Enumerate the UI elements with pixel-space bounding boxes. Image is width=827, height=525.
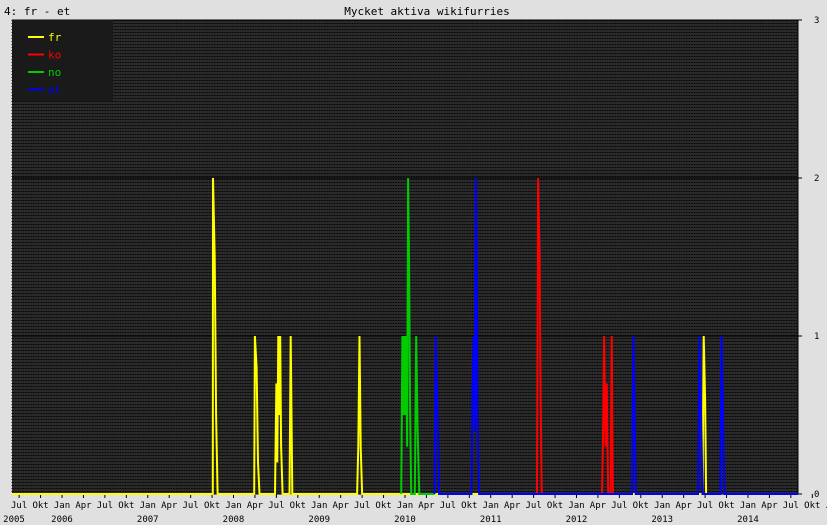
x-year-label: 2014 (737, 515, 759, 525)
x-tick-label: Okt (118, 501, 134, 511)
legend: fr ko no et (12, 20, 113, 101)
x-tick-label: Okt (461, 501, 477, 511)
x-tick-label: Apr (75, 501, 92, 511)
x-year-label: 2013 (651, 515, 673, 525)
x-tick-label: Apr (247, 501, 264, 511)
activity-chart: 4: fr - et Mycket aktiva wikifurries 0 1 2… (0, 0, 827, 525)
x-tick-label: Okt (290, 501, 306, 511)
x-tick-label: Okt (547, 501, 563, 511)
plot-area (11, 19, 798, 494)
x-tick-label: Apr (504, 501, 521, 511)
x-year-label: 2010 (394, 515, 416, 525)
x-tick-label: Apr (761, 501, 778, 511)
x-tick-label: Jan (568, 501, 584, 511)
x-year-label: 2007 (137, 515, 159, 525)
x-tick-label: Apr (590, 501, 607, 511)
chart-id-label: 4: fr - et (4, 5, 70, 18)
x-year-label: 2008 (223, 515, 245, 525)
x-tick-label: Okt (718, 501, 734, 511)
x-year-label: 2009 (308, 515, 330, 525)
x-tick-label: Apr (161, 501, 178, 511)
x-tick-label: Apr (418, 501, 435, 511)
x-tick-label: Jan (54, 501, 70, 511)
y-tick-label: 3 (814, 16, 819, 26)
x-tick-label: Okt (804, 501, 820, 511)
x-year-label: 2006 (51, 515, 73, 525)
legend-label-fr: fr (48, 31, 62, 44)
y-tick-label: 0 (814, 490, 819, 500)
x-tick-label: Apr (333, 501, 350, 511)
x-tick-label: Jul (354, 501, 370, 511)
x-year-label: 2012 (566, 515, 588, 525)
x-tick-label: Okt (204, 501, 220, 511)
x-year-label: 2011 (480, 515, 502, 525)
chart-window: 4: fr - et Mycket aktiva wikifurries 0 1 2… (0, 0, 827, 525)
x-tick-label: Apr (676, 501, 693, 511)
y-tick-label: 2 (814, 174, 819, 184)
y-tick-label: 1 (814, 332, 819, 342)
legend-label-ko: ko (48, 49, 61, 62)
x-tick-label: Okt (633, 501, 649, 511)
legend-label-no: no (48, 66, 61, 79)
x-tick-label: Jan (397, 501, 413, 511)
x-tick-label: Jul (525, 501, 541, 511)
x-tick-label: Jul (611, 501, 627, 511)
x-tick-label: Jul (97, 501, 113, 511)
x-tick-label: Okt (375, 501, 391, 511)
x-tick-label: Jan (654, 501, 670, 511)
x-tick-label: Jan (311, 501, 327, 511)
x-tick-label: Jan (140, 501, 156, 511)
x-tick-label: Jan (740, 501, 756, 511)
x-tick-label: Jul (11, 501, 27, 511)
x-tick-label: Jul (183, 501, 199, 511)
chart-title: Mycket aktiva wikifurries (344, 5, 510, 18)
legend-box (12, 20, 113, 101)
x-tick-label: Jul (268, 501, 284, 511)
x-tick-label: Jul (697, 501, 713, 511)
x-tick-label: Jul (783, 501, 799, 511)
legend-label-et: et (48, 84, 61, 97)
x-tick-label: Jan (225, 501, 241, 511)
x-tick-label: Okt (32, 501, 48, 511)
x-tick-label: Jan (483, 501, 499, 511)
x-year-label: 2005 (3, 515, 25, 525)
x-tick-label: Jul (440, 501, 456, 511)
